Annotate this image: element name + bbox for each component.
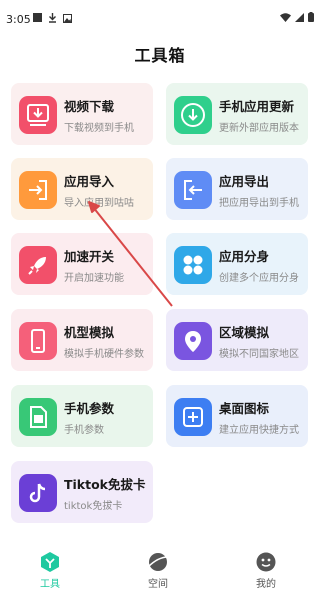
tool-card-boost-switch[interactable]: 加速开关 开启加速功能 xyxy=(11,233,153,295)
download-icon xyxy=(19,96,57,134)
signal-icon xyxy=(295,12,304,25)
location-icon xyxy=(174,322,212,360)
clone-icon xyxy=(174,246,212,284)
export-icon xyxy=(174,171,212,209)
tab-label: 空间 xyxy=(148,579,168,590)
status-bar: 3:05 xyxy=(0,0,320,40)
status-time: 3:05 xyxy=(6,13,31,26)
download-status-icon xyxy=(48,13,57,23)
tool-subtitle: 下载视频到手机 xyxy=(64,123,134,134)
tool-subtitle: 建立应用快捷方式 xyxy=(219,425,299,436)
tool-subtitle: 更新外部应用版本 xyxy=(219,123,299,134)
phone-icon xyxy=(19,322,57,360)
update-icon xyxy=(174,96,212,134)
tool-card-phone-params[interactable]: 手机参数 手机参数 xyxy=(11,385,153,447)
tool-title: 手机参数 xyxy=(64,401,115,416)
rocket-icon xyxy=(19,246,57,284)
tool-card-app-update[interactable]: 手机应用更新 更新外部应用版本 xyxy=(166,83,308,145)
profile-tab-icon xyxy=(255,551,277,573)
tab-label: 工具 xyxy=(40,579,60,590)
tool-title: Tiktok免拔卡 xyxy=(64,477,146,492)
image-status-icon xyxy=(63,13,72,23)
tool-subtitle: 开启加速功能 xyxy=(64,273,124,284)
tool-subtitle: 导入应用到咕咕 xyxy=(64,198,134,209)
tiktok-icon xyxy=(19,474,57,512)
tool-card-region-simulation[interactable]: 区域模拟 模拟不同国家地区 xyxy=(166,309,308,371)
tool-subtitle: tiktok免拔卡 xyxy=(64,501,123,512)
import-icon xyxy=(19,171,57,209)
tool-subtitle: 模拟手机硬件参数 xyxy=(64,349,144,360)
page-title: 工具箱 xyxy=(134,46,186,65)
tool-title: 手机应用更新 xyxy=(219,99,295,114)
toolbox-tab-icon xyxy=(39,551,61,573)
tool-title: 加速开关 xyxy=(64,249,115,264)
tool-card-app-clone[interactable]: 应用分身 创建多个应用分身 xyxy=(166,233,308,295)
tool-title: 桌面图标 xyxy=(219,401,270,416)
tool-title: 应用导出 xyxy=(219,174,270,189)
tab-profile[interactable]: 我的 xyxy=(236,545,296,595)
tool-subtitle: 把应用导出到手机 xyxy=(219,198,299,209)
tool-card-device-simulation[interactable]: 机型模拟 模拟手机硬件参数 xyxy=(11,309,153,371)
tool-title: 应用导入 xyxy=(64,174,115,189)
tool-subtitle: 手机参数 xyxy=(64,425,104,436)
tool-card-desktop-shortcut[interactable]: 桌面图标 建立应用快捷方式 xyxy=(166,385,308,447)
tool-card-tiktok[interactable]: Tiktok免拔卡 tiktok免拔卡 xyxy=(11,461,153,523)
tab-space[interactable]: 空间 xyxy=(128,545,188,595)
sim-card-icon xyxy=(19,398,57,436)
tool-title: 应用分身 xyxy=(219,249,270,264)
tool-card-app-import[interactable]: 应用导入 导入应用到咕咕 xyxy=(11,158,153,220)
tool-subtitle: 创建多个应用分身 xyxy=(219,273,299,284)
tool-card-app-export[interactable]: 应用导出 把应用导出到手机 xyxy=(166,158,308,220)
tool-card-video-download[interactable]: 视频下载 下载视频到手机 xyxy=(11,83,153,145)
tool-title: 区域模拟 xyxy=(219,325,270,340)
wifi-icon xyxy=(280,12,291,25)
battery-icon xyxy=(308,12,314,25)
bottom-tab-bar: 工具 空间 我的 xyxy=(0,545,320,601)
tab-label: 我的 xyxy=(256,579,276,590)
notification-square-icon xyxy=(33,13,42,22)
tab-tools[interactable]: 工具 xyxy=(20,545,80,595)
shortcut-icon xyxy=(174,398,212,436)
tool-subtitle: 模拟不同国家地区 xyxy=(219,349,299,360)
tool-title: 机型模拟 xyxy=(64,325,115,340)
planet-tab-icon xyxy=(147,551,169,573)
tool-title: 视频下载 xyxy=(64,99,115,114)
